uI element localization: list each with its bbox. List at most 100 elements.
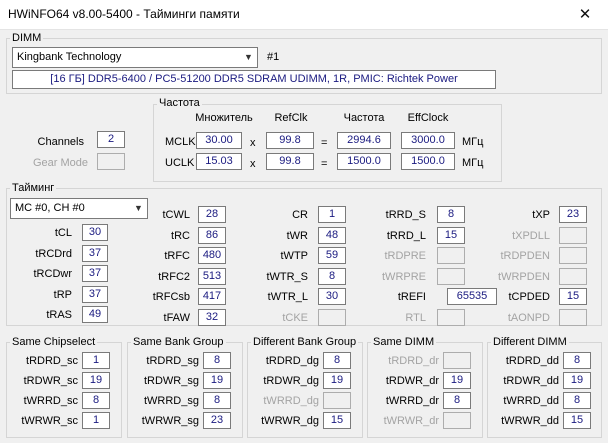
timing-value-tras: 49 [82,306,108,323]
timing-value-twtr_l: 30 [318,288,346,305]
timing-value-trcdrd: 37 [82,245,108,262]
timing-label-trrd_s: tRRD_S [385,209,426,221]
turnaround-value-trdwr_sc: 19 [82,372,110,389]
turnaround-value-twrwr_dr [443,412,471,429]
timing-value-tfaw: 32 [198,309,226,326]
mclk-unit: МГц [462,136,484,148]
dimm-module-select[interactable]: Kingbank Technology ▼ [12,47,258,68]
turnaround-value-twrrd_dd: 8 [563,392,591,409]
timing-label-trdpre: tRDPRE [384,250,426,262]
close-icon[interactable]: ✕ [562,0,608,30]
timing-label-trcdwr: tRCDwr [33,268,73,280]
turnaround-label-twrrd_dr: tWRRD_dr [385,395,439,407]
mclk-label: MCLK [165,136,196,148]
turnaround-label-twrrd_dg: tWRRD_dg [263,395,319,407]
gear-mode-value [97,153,125,170]
timing-value-trc: 86 [198,227,226,244]
timing-label-twtr_s: tWTR_S [266,271,308,283]
timing-group-title: Тайминг [10,182,57,195]
timing-value-twtr_s: 8 [318,268,346,285]
refclk-header: RefClk [274,112,308,124]
turnaround-value-trdrd_dr [443,352,471,369]
window-title: HWiNFO64 v8.00-5400 - Тайминги памяти [8,7,240,21]
gear-mode-label: Gear Mode [32,157,88,169]
turnaround-group-title: Same DIMM [371,336,437,349]
timing-label-trc: tRC [171,230,190,242]
timing-label-trdpden: tRDPDEN [500,250,550,262]
timing-label-tras: tRAS [46,309,72,321]
timing-label-twtr_l: tWTR_L [267,291,308,303]
timing-label-txp: tXP [532,209,550,221]
turnaround-value-trdrd_dd: 8 [563,352,591,369]
timing-label-trfc2: tRFC2 [158,271,190,283]
timing-label-trfc: tRFC [164,250,190,262]
timing-value-twtp: 59 [318,247,346,264]
timing-label-twrpden: tWRPDEN [498,271,550,283]
mclk-freq: 2994.6 [337,132,391,149]
turnaround-label-trdwr_dd: tRDWR_dd [503,375,559,387]
timing-value-twrpden [559,268,587,285]
turnaround-value-trdwr_sg: 19 [203,372,231,389]
turnaround-value-twrrd_sc: 8 [82,392,110,409]
turnaround-label-twrwr_sg: tWRWR_sg [141,415,199,427]
turnaround-value-twrwr_sc: 1 [82,412,110,429]
uclk-refclk: 99.8 [266,153,314,170]
turnaround-label-twrrd_dd: tWRRD_dd [503,395,559,407]
timing-value-trfc2: 513 [198,268,226,285]
timing-value-txp: 23 [559,206,587,223]
multiplier-header: Множитель [195,112,253,124]
uclk-multiplier: 15.03 [196,153,242,170]
timing-value-cr: 1 [318,206,346,223]
timing-value-tcwl: 28 [198,206,226,223]
turnaround-label-twrwr_sc: tWRWR_sc [21,415,78,427]
timing-label-trfcsb: tRFCsb [152,291,190,303]
timing-value-tcl: 30 [82,224,108,241]
turnaround-label-trdrd_sc: tRDRD_sc [26,355,78,367]
timing-value-tcpded: 15 [559,288,587,305]
turnaround-label-twrwr_dr: tWRWR_dr [383,415,439,427]
timing-label-twtp: tWTP [280,250,309,262]
turnaround-label-twrrd_sg: tWRRD_sg [143,395,199,407]
effclock-header: EffClock [407,112,449,124]
uclk-effclock: 1500.0 [401,153,455,170]
turnaround-label-trdwr_dr: tRDWR_dr [385,375,439,387]
timing-value-trdpden [559,247,587,264]
freq-header: Частота [343,112,385,124]
turnaround-label-trdrd_dg: tRDRD_dg [265,355,319,367]
turnaround-value-twrrd_sg: 8 [203,392,231,409]
timing-label-trcdrd: tRCDrd [35,248,72,260]
channel-select-value: MC #0, CH #0 [15,202,85,214]
turnaround-value-trdwr_dd: 19 [563,372,591,389]
turnaround-group-title: Different Bank Group [251,336,359,349]
timing-value-rtl [437,309,465,326]
timing-value-trdpre [437,247,465,264]
turnaround-label-trdwr_dg: tRDWR_dg [263,375,319,387]
uclk-freq: 1500.0 [337,153,391,170]
timing-value-trfc: 480 [198,247,226,264]
timing-value-tcke [318,309,346,326]
turnaround-label-twrwr_dd: tWRWR_dd [501,415,559,427]
timing-label-twrpre: tWRPRE [382,271,426,283]
timing-value-trp: 37 [82,286,108,303]
timing-value-trfcsb: 417 [198,288,226,305]
turnaround-value-trdrd_sg: 8 [203,352,231,369]
timing-value-txpdll [559,227,587,244]
turnaround-group-title: Same Chipselect [10,336,98,349]
timing-label-taonpd: tAONPD [507,312,550,324]
turnaround-label-trdrd_sg: tRDRD_sg [146,355,199,367]
timing-label-twr: tWR [286,230,308,242]
dimm-group-title: DIMM [10,32,44,45]
turnaround-label-twrwr_dg: tWRWR_dg [261,415,319,427]
timing-value-taonpd [559,309,587,326]
mclk-effclock: 3000.0 [401,132,455,149]
dimm-info: [16 ГБ] DDR5-6400 / PC5-51200 DDR5 SDRAM… [12,70,496,89]
timing-label-tcwl: tCWL [162,209,191,221]
turnaround-value-trdrd_sc: 1 [82,352,110,369]
turnaround-label-twrrd_sc: tWRRD_sc [23,395,78,407]
turnaround-label-trdrd_dr: tRDRD_dr [388,355,439,367]
timing-label-tcpded: tCPDED [508,291,550,303]
title-bar: HWiNFO64 v8.00-5400 - Тайминги памяти ✕ [0,0,608,30]
channel-select[interactable]: MC #0, CH #0 ▼ [10,198,148,219]
uclk-unit: МГц [462,157,484,169]
timing-label-txpdll: tXPDLL [512,230,550,242]
